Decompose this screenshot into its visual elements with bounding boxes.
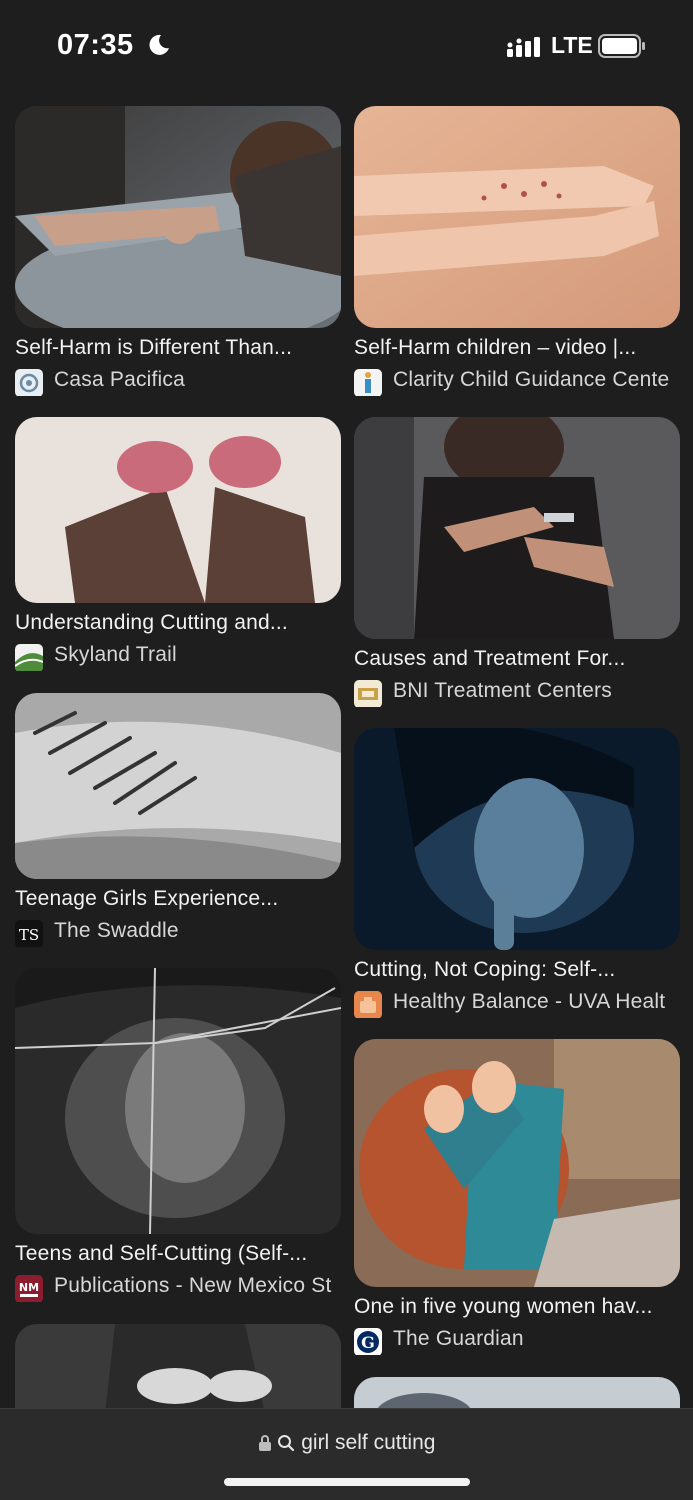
clarity-child-guidance-icon [354,369,382,396]
search-icon [278,1435,295,1452]
bni-treatment-centers-icon [354,680,382,707]
result-caption[interactable]: Cutting, Not Coping: Self-... [354,958,680,982]
svg-text:G: G [361,1333,375,1352]
svg-text:NM: NM [19,1281,39,1294]
result-thumbnail[interactable] [15,1324,341,1414]
result-thumbnail[interactable] [354,728,680,950]
source-name: Publications - New Mexico St [54,1274,332,1297]
skyland-trail-icon [15,644,43,671]
result-source[interactable]: Casa Pacifica [15,368,355,396]
svg-text:TS: TS [19,926,39,944]
network-type: LTE [551,32,593,58]
lock-icon [258,1435,271,1451]
result-caption[interactable]: Understanding Cutting and... [15,611,341,635]
result-caption[interactable]: Teenage Girls Experience... [15,887,341,911]
result-source[interactable]: NM Publications - New Mexico St [15,1274,355,1302]
source-name: The Swaddle [54,919,179,942]
result-source[interactable]: G The Guardian [354,1327,693,1355]
moon-icon [149,34,169,55]
the-guardian-icon: G [354,1328,382,1355]
result-thumbnail[interactable] [354,1039,680,1287]
result-caption[interactable]: Teens and Self-Cutting (Self-... [15,1242,341,1266]
the-swaddle-icon: TS [15,920,43,947]
result-source[interactable]: TS The Swaddle [15,919,355,947]
result-thumbnail[interactable] [15,693,341,879]
result-thumbnail[interactable] [15,968,341,1234]
result-thumbnail[interactable] [354,106,680,328]
address-field[interactable]: girl self cutting [0,1431,693,1455]
source-name: Casa Pacifica [54,368,185,391]
source-name: Clarity Child Guidance Cente [393,368,670,391]
casa-pacifica-icon [15,369,43,396]
result-thumbnail[interactable] [15,106,341,328]
search-query: girl self cutting [301,1431,436,1454]
result-caption[interactable]: Self-Harm is Different Than... [15,336,341,360]
battery-icon [598,34,645,58]
result-caption[interactable]: Causes and Treatment For... [354,647,680,671]
status-time: 07:35 [57,29,134,61]
status-bar: 07:35 LTE [0,0,693,92]
signal-icon [507,37,540,57]
result-thumbnail[interactable] [354,417,680,639]
source-name: The Guardian [393,1327,524,1350]
address-bar[interactable]: girl self cutting [0,1408,693,1500]
healthy-balance-icon [354,991,382,1018]
result-source[interactable]: Skyland Trail [15,643,355,671]
result-thumbnail[interactable] [15,417,341,603]
source-name: Healthy Balance - UVA Healt [393,990,666,1013]
new-mexico-state-icon: NM [15,1275,43,1302]
source-name: Skyland Trail [54,643,177,666]
result-source[interactable]: Healthy Balance - UVA Healt [354,990,693,1018]
home-indicator[interactable] [224,1478,470,1486]
result-caption[interactable]: Self-Harm children – video |... [354,336,680,360]
result-caption[interactable]: One in five young women hav... [354,1295,680,1319]
result-source[interactable]: Clarity Child Guidance Cente [354,368,693,396]
source-name: BNI Treatment Centers [393,679,612,702]
result-source[interactable]: BNI Treatment Centers [354,679,693,707]
